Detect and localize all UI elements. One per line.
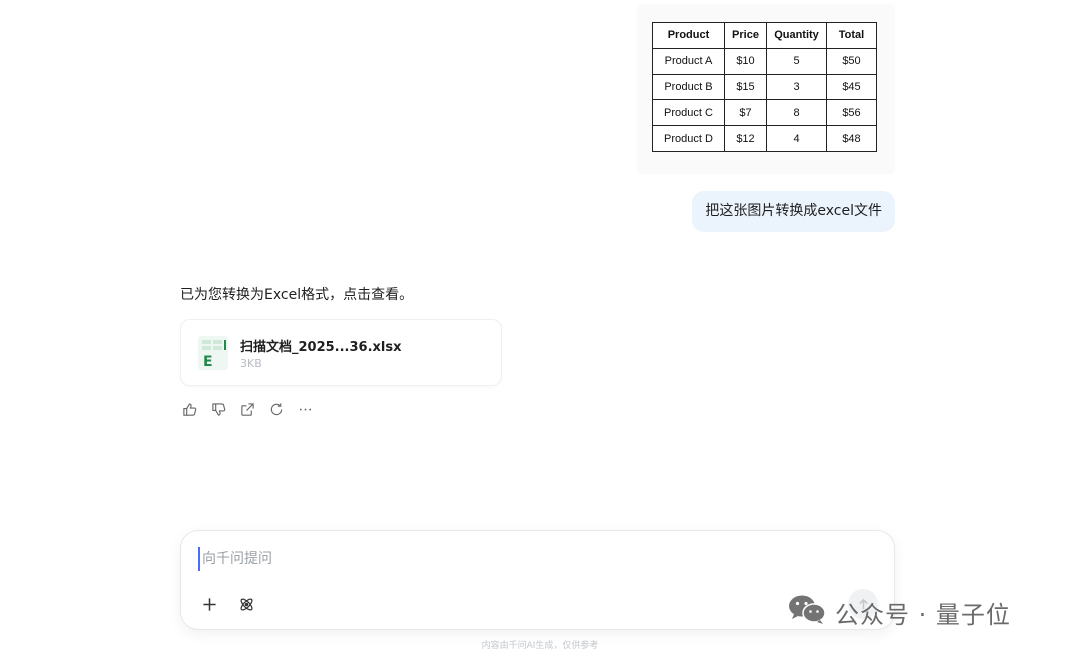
table-cell: 8 <box>766 99 827 127</box>
table-row: Product C $7 8 $56 <box>652 99 877 127</box>
message-actions <box>180 400 314 418</box>
file-size: 3KB <box>240 357 262 370</box>
table-cell: 5 <box>766 47 827 75</box>
refresh-icon[interactable] <box>267 400 285 418</box>
more-icon[interactable] <box>296 400 314 418</box>
disclaimer-text: 内容由千问AI生成，仅供参考 <box>481 641 599 651</box>
file-name: 扫描文档_2025...36.xlsx <box>240 340 402 355</box>
table-cell: 3 <box>766 73 827 101</box>
table-cell: $15 <box>724 73 767 101</box>
svg-text:E: E <box>203 354 213 370</box>
chat-input[interactable] <box>198 547 858 571</box>
table-cell: $12 <box>724 125 767 152</box>
table-cell: Product A <box>652 47 725 75</box>
table-row: Product D $12 4 $48 <box>652 125 877 152</box>
add-attachment-button[interactable] <box>199 594 219 614</box>
share-icon[interactable] <box>238 400 256 418</box>
thumbs-up-icon[interactable] <box>180 400 198 418</box>
watermark: 公众号 · 量子位 <box>787 595 1011 629</box>
table-cell: Product C <box>652 99 725 127</box>
table-cell: $48 <box>826 125 877 152</box>
table-header-cell: Product <box>652 22 725 49</box>
chat-page: Product Price Quantity Total Product A $… <box>0 0 1080 656</box>
atom-icon[interactable] <box>236 594 256 614</box>
table-cell: 4 <box>766 125 827 152</box>
table-row: Product A $10 5 $50 <box>652 47 877 75</box>
image-table: Product Price Quantity Total Product A $… <box>652 22 877 152</box>
table-cell: $50 <box>826 47 877 75</box>
table-header-row: Product Price Quantity Total <box>652 22 877 49</box>
table-cell: Product B <box>652 73 725 101</box>
wechat-icon <box>787 593 827 631</box>
table-cell: $45 <box>826 73 877 101</box>
uploaded-image[interactable]: Product Price Quantity Total Product A $… <box>637 4 895 174</box>
file-attachment-card[interactable]: E 扫描文档_2025...36.xlsx 3KB <box>180 319 502 386</box>
assistant-reply-text: 已为您转换为Excel格式，点击查看。 <box>180 287 414 303</box>
user-message-bubble: 把这张图片转换成excel文件 <box>692 191 895 232</box>
table-cell: $56 <box>826 99 877 127</box>
table-cell: $7 <box>724 99 767 127</box>
table-cell: Product D <box>652 125 725 152</box>
table-header-cell: Price <box>724 22 767 49</box>
table-header-cell: Total <box>826 22 877 49</box>
table-header-cell: Quantity <box>766 22 827 49</box>
watermark-text: 公众号 · 量子位 <box>835 600 1011 629</box>
table-cell: $10 <box>724 47 767 75</box>
excel-file-icon: E <box>198 336 228 370</box>
table-row: Product B $15 3 $45 <box>652 73 877 101</box>
thumbs-down-icon[interactable] <box>209 400 227 418</box>
